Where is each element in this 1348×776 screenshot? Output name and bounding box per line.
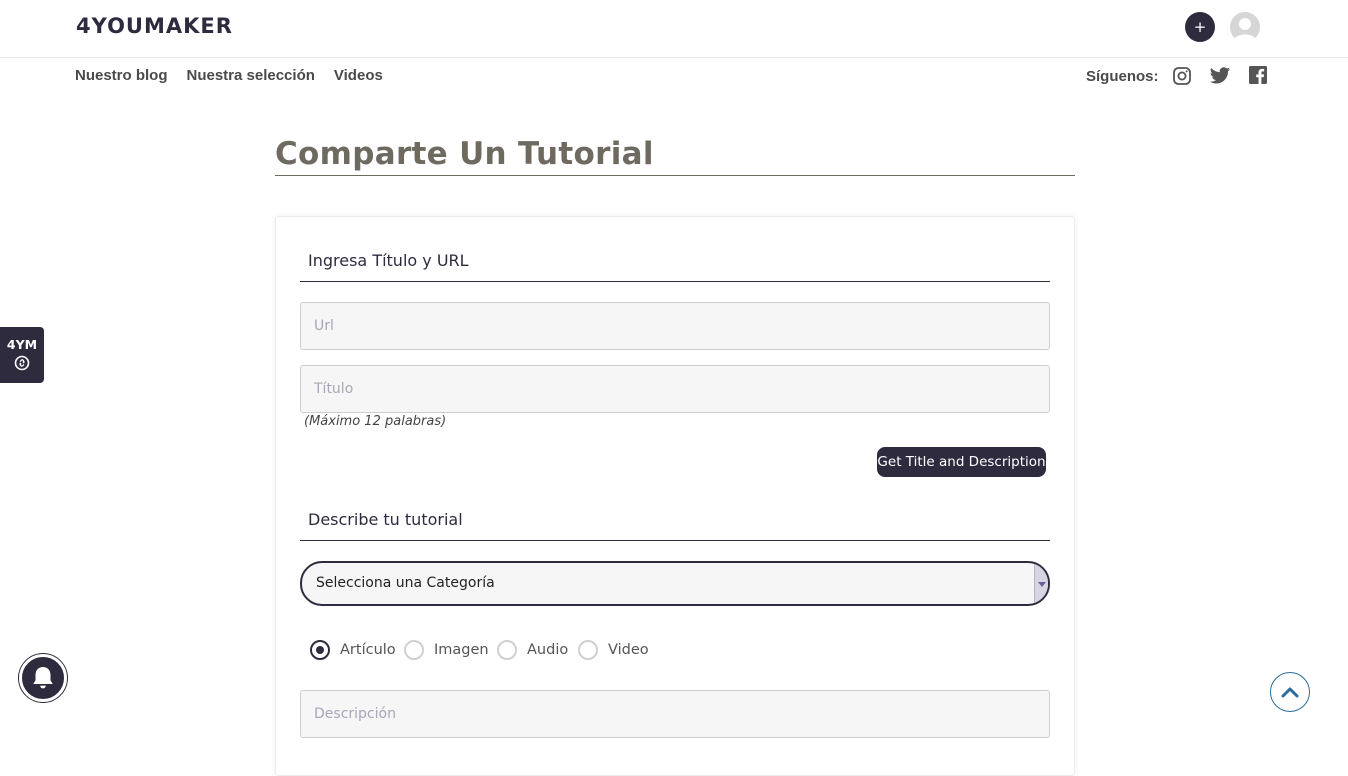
category-selected-value: Selecciona una Categoría: [316, 575, 495, 591]
notification-bell-button[interactable]: [19, 654, 67, 702]
radio-label: Audio: [527, 642, 569, 658]
page-title: Comparte Un Tutorial: [275, 136, 654, 172]
chevron-up-icon: [1281, 687, 1299, 698]
chevron-down-icon: [1034, 563, 1048, 604]
site-logo[interactable]: 4YOUMAKER: [76, 14, 233, 38]
section-title-url: Ingresa Título y URL: [300, 251, 1050, 282]
follow-label: Síguenos:: [1086, 68, 1159, 85]
description-input[interactable]: [300, 690, 1050, 738]
title-hint: (Máximo 12 palabras): [304, 414, 447, 429]
radio-unchecked-icon: [578, 640, 598, 660]
twitter-icon[interactable]: [1209, 66, 1231, 86]
link-icon: [14, 355, 30, 371]
user-avatar[interactable]: [1230, 12, 1260, 42]
top-bar: 4YOUMAKER +: [0, 0, 1348, 58]
radio-label: Imagen: [434, 642, 489, 658]
nav-blog[interactable]: Nuestro blog: [75, 67, 168, 84]
user-icon: [1233, 18, 1257, 42]
get-title-description-button[interactable]: Get Title and Description: [877, 447, 1046, 477]
radio-checked-icon: [310, 640, 330, 660]
radio-label: Artículo: [340, 642, 396, 658]
add-button[interactable]: +: [1185, 12, 1215, 42]
nav-selection[interactable]: Nuestra selección: [187, 67, 315, 84]
radio-video[interactable]: Video: [578, 640, 649, 660]
title-input[interactable]: [300, 365, 1050, 413]
scroll-to-top-button[interactable]: [1270, 672, 1310, 712]
side-tab-label: 4YM: [6, 337, 38, 352]
radio-label: Video: [608, 642, 649, 658]
radio-audio[interactable]: Audio: [497, 640, 568, 660]
radio-imagen[interactable]: Imagen: [404, 640, 489, 660]
section-title-describe: Describe tu tutorial: [300, 510, 1050, 541]
radio-unchecked-icon: [497, 640, 517, 660]
facebook-icon[interactable]: [1249, 66, 1269, 86]
nav-videos[interactable]: Videos: [334, 67, 383, 84]
url-input[interactable]: [300, 302, 1050, 350]
title-divider: [275, 175, 1075, 176]
bell-icon: [33, 667, 53, 689]
category-select[interactable]: Selecciona una Categoría: [300, 561, 1050, 606]
instagram-icon[interactable]: [1172, 66, 1192, 86]
radio-unchecked-icon: [404, 640, 424, 660]
side-widget-tab[interactable]: 4YM: [0, 327, 44, 383]
radio-articulo[interactable]: Artículo: [310, 640, 396, 660]
main-nav: Nuestro blog Nuestra selección Videos: [75, 67, 383, 84]
